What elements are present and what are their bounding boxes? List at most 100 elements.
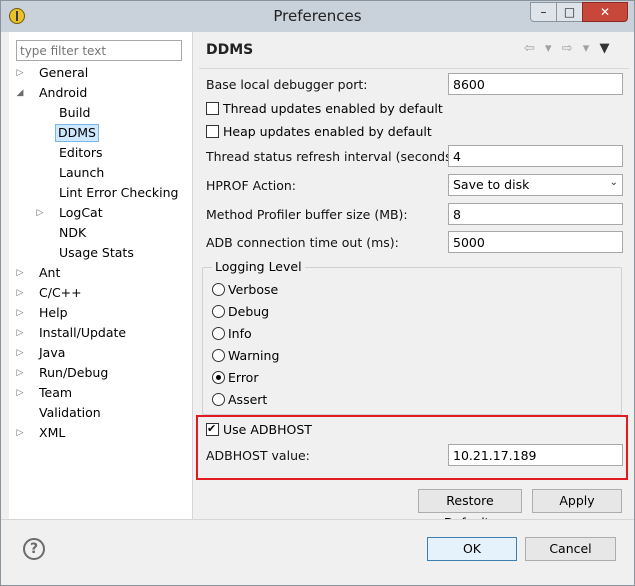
expand-arrow-icon[interactable]: ▷ (15, 364, 25, 382)
minimize-button[interactable]: – (530, 2, 557, 22)
tree-label: LogCat (59, 205, 103, 220)
tree-item-logcat[interactable]: ▷ LogCat (35, 204, 107, 222)
tree-item-editors[interactable]: Editors (55, 144, 107, 162)
restore-defaults-button[interactable]: Restore Defaults (418, 489, 522, 530)
radio-info[interactable]: Info (212, 325, 252, 343)
tree-item-ddms[interactable]: DDMS (55, 124, 99, 142)
page-navigation-tools: ⇦ ▾ ⇨ ▾ ▼ (524, 41, 615, 59)
thread-refresh-input[interactable] (448, 145, 623, 167)
logging-level-legend: Logging Level (212, 259, 305, 274)
tree-item-usage-stats[interactable]: Usage Stats (55, 244, 138, 262)
tree-label: Java (39, 345, 66, 360)
expand-arrow-icon[interactable]: ▷ (15, 264, 25, 282)
tree-label: Editors (59, 145, 103, 160)
checkbox-label: Heap updates enabled by default (223, 124, 432, 139)
adb-timeout-label: ADB connection time out (ms): (206, 235, 399, 250)
expand-arrow-icon[interactable]: ▷ (35, 204, 45, 222)
cancel-button[interactable]: Cancel (525, 537, 616, 561)
apply-button[interactable]: Apply (532, 489, 622, 513)
use-adbhost-checkbox[interactable]: Use ADBHOST (206, 420, 312, 439)
close-button[interactable]: ✕ (582, 2, 628, 22)
forward-arrow-icon[interactable]: ⇨ (562, 41, 573, 56)
radio-warning[interactable]: Warning (212, 347, 279, 365)
checkbox-label: Thread updates enabled by default (223, 101, 443, 116)
tree-item-c-cpp[interactable]: ▷ C/C++ (15, 284, 86, 302)
tree-label: C/C++ (39, 285, 82, 300)
radio-label: Assert (228, 392, 268, 407)
tree-label: Usage Stats (59, 245, 134, 260)
radio-button[interactable] (212, 349, 225, 362)
maximize-button[interactable]: □ (556, 2, 583, 22)
back-menu-icon[interactable]: ▾ (545, 41, 552, 56)
page-title: DDMS (206, 42, 254, 58)
radio-verbose[interactable]: Verbose (212, 281, 278, 299)
base-port-input[interactable] (448, 73, 623, 95)
radio-button[interactable] (212, 393, 225, 406)
tree-label: General (39, 65, 89, 80)
collapse-arrow-icon[interactable]: ◢ (15, 84, 25, 102)
tree-label: Help (39, 305, 68, 320)
radio-button[interactable] (212, 327, 225, 340)
radio-button[interactable] (212, 305, 225, 318)
expand-arrow-icon[interactable]: ▷ (15, 424, 25, 442)
tree-item-build[interactable]: Build (55, 104, 94, 122)
checkbox-box[interactable] (206, 102, 219, 115)
tree-item-help[interactable]: ▷ Help (15, 304, 72, 322)
tree-item-run-debug[interactable]: ▷ Run/Debug (15, 364, 112, 382)
checkbox-box-checked[interactable] (206, 420, 219, 438)
preferences-window: Preferences – □ ✕ ▷ General ◢ Android Bu… (0, 0, 635, 586)
tree-label: Run/Debug (39, 365, 109, 380)
tree-item-android[interactable]: ◢ Android (15, 84, 91, 102)
expand-arrow-icon[interactable]: ▷ (15, 344, 25, 362)
tree-label: Ant (39, 265, 61, 280)
heap-updates-checkbox[interactable]: Heap updates enabled by default (206, 123, 432, 141)
thread-updates-checkbox[interactable]: Thread updates enabled by default (206, 100, 443, 118)
radio-button-selected[interactable] (212, 371, 225, 384)
title-bar[interactable]: Preferences – □ ✕ (1, 1, 634, 32)
adbhost-value-input[interactable] (448, 444, 623, 466)
checkbox-box[interactable] (206, 125, 219, 138)
filter-input[interactable] (16, 40, 182, 61)
view-menu-icon[interactable]: ▼ (599, 41, 609, 56)
radio-label: Error (228, 370, 259, 385)
radio-debug[interactable]: Debug (212, 303, 269, 321)
tree-label: NDK (59, 225, 87, 240)
tree-item-team[interactable]: ▷ Team (15, 384, 76, 402)
radio-label: Debug (228, 304, 270, 319)
expand-arrow-icon[interactable]: ▷ (15, 284, 25, 302)
tree-item-validation[interactable]: Validation (35, 404, 105, 422)
back-arrow-icon[interactable]: ⇦ (524, 41, 535, 56)
tree-label: XML (39, 425, 66, 440)
adb-timeout-input[interactable] (448, 231, 623, 253)
radio-label: Warning (228, 348, 280, 363)
adbhost-value-label: ADBHOST value: (206, 448, 310, 463)
chevron-down-icon: ⌄ (609, 177, 618, 188)
ok-button[interactable]: OK (427, 537, 517, 561)
expand-arrow-icon[interactable]: ▷ (15, 324, 25, 342)
radio-error[interactable]: Error (212, 369, 258, 387)
tree-item-ant[interactable]: ▷ Ant (15, 264, 64, 282)
tree-item-install-update[interactable]: ▷ Install/Update (15, 324, 130, 342)
forward-menu-icon[interactable]: ▾ (583, 41, 590, 56)
hprof-action-select[interactable]: Save to disk ⌄ (448, 174, 623, 196)
profiler-buffer-input[interactable] (448, 203, 623, 225)
tree-item-ndk[interactable]: NDK (55, 224, 90, 242)
tree-label: Android (39, 85, 88, 100)
help-icon[interactable]: ? (23, 538, 45, 560)
base-port-label: Base local debugger port: (206, 77, 368, 92)
expand-arrow-icon[interactable]: ▷ (15, 304, 25, 322)
expand-arrow-icon[interactable]: ▷ (15, 64, 25, 82)
expand-arrow-icon[interactable]: ▷ (15, 384, 25, 402)
tree-item-general[interactable]: ▷ General (15, 64, 92, 82)
thread-refresh-label: Thread status refresh interval (seconds)… (206, 149, 461, 164)
radio-button[interactable] (212, 283, 225, 296)
tree-item-java[interactable]: ▷ Java (15, 344, 69, 362)
tree-item-launch[interactable]: Launch (55, 164, 108, 182)
checkbox-label: Use ADBHOST (223, 422, 312, 437)
tree-label: Launch (59, 165, 105, 180)
tree-label: Install/Update (39, 325, 127, 340)
radio-label: Info (228, 326, 252, 341)
radio-assert[interactable]: Assert (212, 391, 267, 409)
tree-item-xml[interactable]: ▷ XML (15, 424, 69, 442)
tree-item-lint-error-checking[interactable]: Lint Error Checking (55, 184, 182, 202)
